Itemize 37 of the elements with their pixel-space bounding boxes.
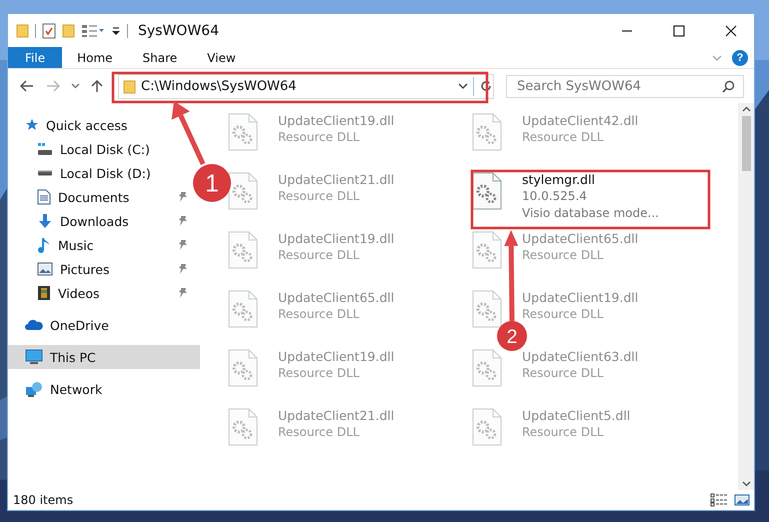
- navigation-item[interactable]: Quick access: [8, 113, 136, 137]
- file-description: Resource DLL: [278, 247, 360, 264]
- search-field[interactable]: Search SysWOW64: [506, 74, 744, 98]
- step-number-badge: 2: [497, 321, 527, 351]
- navigation-item[interactable]: Music: [8, 233, 192, 257]
- navigation-item[interactable]: Downloads: [8, 209, 192, 233]
- file-description: Resource DLL: [278, 424, 360, 441]
- navigation-item[interactable]: Videos: [8, 281, 192, 305]
- file-description: Visio database mode...: [522, 205, 659, 222]
- file-description: Resource DLL: [278, 306, 360, 323]
- help-button[interactable]: ?: [732, 50, 748, 66]
- file-description: Resource DLL: [278, 129, 360, 146]
- step-number-badge: 1: [193, 164, 231, 202]
- navigation-item[interactable]: Pictures: [8, 257, 192, 281]
- file-description: Resource DLL: [522, 424, 604, 441]
- file-description: Resource DLL: [522, 129, 604, 146]
- ribbon-tab[interactable]: View: [192, 47, 251, 68]
- navigation-item[interactable]: OneDrive: [8, 313, 117, 337]
- navigation-item[interactable]: Documents: [8, 185, 192, 209]
- ribbon-tab[interactable]: Home: [62, 47, 128, 68]
- window-title: SysWOW64: [138, 22, 220, 38]
- file-menu-tab[interactable]: File: [8, 47, 62, 68]
- search-input[interactable]: Search SysWOW64: [515, 78, 722, 94]
- navigation-item[interactable]: Local Disk (C:): [8, 137, 158, 161]
- file-description: Resource DLL: [522, 365, 604, 382]
- file-name[interactable]: stylemgr.dll: [522, 172, 659, 188]
- navigation-item[interactable]: Local Disk (D:): [8, 161, 159, 185]
- item-count: 180 items: [13, 493, 74, 507]
- file-description: Resource DLL: [522, 247, 604, 264]
- file-description: Resource DLL: [522, 306, 604, 323]
- address-field[interactable]: C:\Windows\SysWOW64: [118, 74, 494, 98]
- file-description: Resource DLL: [278, 188, 360, 205]
- navigation-item[interactable]: This PC: [8, 345, 200, 369]
- navigation-item[interactable]: Network: [8, 377, 110, 401]
- file-description: 10.0.525.4: [522, 188, 588, 205]
- ribbon-tab[interactable]: Share: [128, 47, 192, 68]
- file-description: Resource DLL: [278, 365, 360, 382]
